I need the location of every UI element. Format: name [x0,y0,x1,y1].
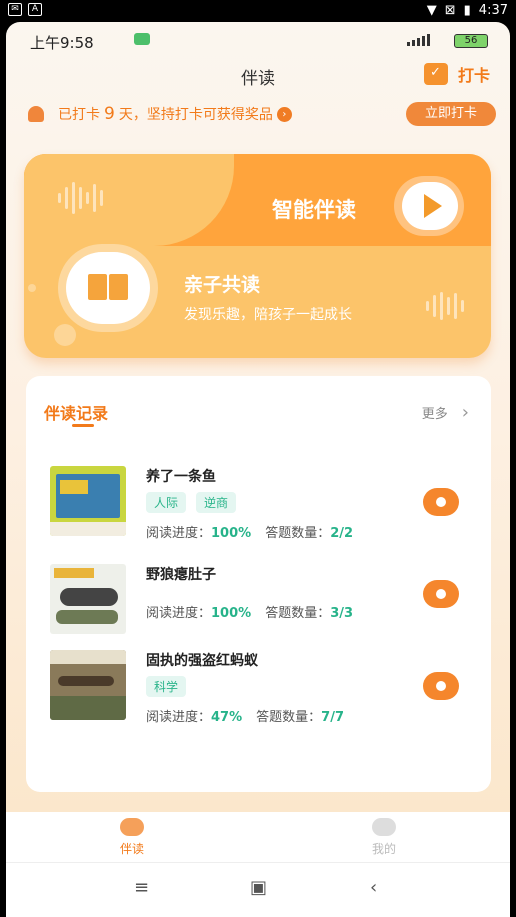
play-icon [424,194,442,218]
wechat-icon [134,33,150,45]
egg-button[interactable] [423,580,459,608]
list-item[interactable]: 固执的强盗红蚂蚁 科学 阅读进度：47% 答题数量：7/7 [26,644,491,734]
checkin-notice: 已打卡 9 天，坚持打卡可获得奖品 › 立即打卡 [6,100,510,128]
book-title: 固执的强盗红蚂蚁 [146,653,258,669]
reading-records-card: 伴读记录 更多 › 养了一条鱼 人际 逆商 阅读进度：100% 答题数量：2/2 [26,376,491,792]
more-button[interactable]: 更多 › [422,402,469,423]
book-title: 养了一条鱼 [146,469,216,485]
signal-icon [407,34,430,46]
checkin-button[interactable]: 打卡 [423,62,490,86]
checkin-days: 9 [104,104,115,124]
sound-wave-icon [426,292,464,320]
parent-reading-title: 亲子共读 [184,274,261,296]
bell-icon [28,106,44,122]
system-status-bar: ✉ A ▼ ⊠ ▮ 4:37 [0,0,516,22]
reading-tab-icon [120,818,144,836]
book-cover [50,650,126,720]
app-screen: 上午9:58 56 伴读 打卡 已打卡 9 天，坚持打卡可获得奖品 › 立即打卡… [6,22,510,917]
bottom-tab-bar: 伴读 我的 [6,812,510,862]
battery-icon: ▮ [463,3,471,18]
reading-banner: 智能伴读 亲子共读 发现乐趣，陪孩子一起成长 [24,154,491,358]
list-item[interactable]: 野狼瘪肚子 阅读进度：100% 答题数量：3/3 [26,558,491,648]
smart-reading-title: 智能伴读 [272,198,356,222]
progress-stat: 阅读进度：100% [146,526,252,541]
tag: 科学 [146,676,187,697]
book-title: 野狼瘪肚子 [146,567,216,583]
book-cover [50,564,126,634]
menu-icon[interactable]: ≡ [134,877,149,898]
tag: 逆商 [196,492,237,513]
page-header: 伴读 打卡 [6,60,510,92]
open-book-icon [88,274,128,302]
chevron-right-icon: › [276,106,292,122]
tab-reading[interactable]: 伴读 [102,818,162,857]
notice-suffix: 天，坚持打卡可获得奖品 [118,107,273,123]
text-a-icon: A [28,3,42,16]
egg-button[interactable] [423,672,459,700]
status-time: 上午9:58 [30,34,94,52]
sound-wave-icon [58,182,103,214]
tab-label: 我的 [371,842,396,856]
list-item[interactable]: 养了一条鱼 人际 逆商 阅读进度：100% 答题数量：2/2 [26,458,491,548]
egg-button[interactable] [423,488,459,516]
phone-status-bar: 上午9:58 56 [6,22,510,60]
progress-stat: 阅读进度：47% [146,710,243,725]
notice-prefix: 已打卡 [58,107,100,123]
tab-mine[interactable]: 我的 [354,818,414,857]
parent-reading-subtitle: 发现乐趣，陪孩子一起成长 [184,307,352,323]
wifi-icon: ▼ [426,3,437,18]
tag: 人际 [146,492,187,513]
records-title: 伴读记录 [44,404,109,423]
checkin-now-button[interactable]: 立即打卡 [406,102,496,126]
android-nav-bar: ≡ ▣ ‹ [6,862,510,917]
profile-tab-icon [372,818,396,836]
more-label: 更多 [421,407,448,422]
home-icon[interactable]: ▣ [250,877,267,898]
system-time: 4:37 [478,3,508,18]
back-icon[interactable]: ‹ [370,877,377,898]
progress-stat: 阅读进度：100% [146,606,252,621]
notice-text[interactable]: 已打卡 9 天，坚持打卡可获得奖品 › [58,104,292,124]
tab-label: 伴读 [119,842,144,856]
calendar-check-icon [423,63,448,85]
answers-stat: 答题数量：2/2 [265,526,354,541]
no-signal-icon: ⊠ [444,3,456,18]
answers-stat: 答题数量：7/7 [256,710,344,725]
battery-indicator: 56 [454,34,488,48]
checkin-label: 打卡 [457,66,490,85]
mail-icon: ✉ [8,3,22,16]
book-cover [50,466,126,536]
chevron-right-icon: › [461,402,469,423]
answers-stat: 答题数量：3/3 [265,606,354,621]
